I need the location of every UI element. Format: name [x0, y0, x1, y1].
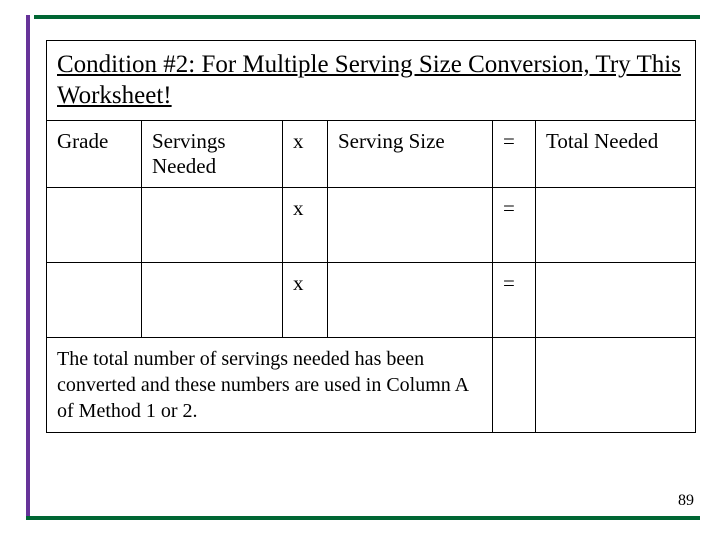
table-title: Condition #2: For Multiple Serving Size … [57, 49, 685, 112]
bottom-rule [26, 516, 700, 520]
cell-equals: = [493, 262, 536, 337]
cell-servings-needed [142, 187, 283, 262]
empty-cell [493, 337, 536, 432]
table-row: x = [47, 262, 696, 337]
worksheet-table: Condition #2: For Multiple Serving Size … [46, 40, 696, 433]
cell-grade [47, 187, 142, 262]
col-grade: Grade [47, 120, 142, 187]
left-rule [26, 15, 30, 520]
col-total-needed: Total Needed [536, 120, 696, 187]
cell-total-needed [536, 187, 696, 262]
top-rule [34, 15, 700, 19]
cell-serving-size [328, 262, 493, 337]
table-footnote-row: The total number of servings needed has … [47, 337, 696, 432]
cell-total-needed [536, 262, 696, 337]
cell-grade [47, 262, 142, 337]
cell-serving-size [328, 187, 493, 262]
cell-x: x [283, 262, 328, 337]
col-servings-needed: Servings Needed [142, 120, 283, 187]
page-number: 89 [678, 492, 694, 510]
table-title-cell: Condition #2: For Multiple Serving Size … [47, 41, 696, 121]
cell-servings-needed [142, 262, 283, 337]
footnote: The total number of servings needed has … [47, 337, 493, 432]
table-row: x = [47, 187, 696, 262]
slide-content: Condition #2: For Multiple Serving Size … [46, 40, 696, 500]
col-equals: = [493, 120, 536, 187]
col-x: x [283, 120, 328, 187]
col-serving-size: Serving Size [328, 120, 493, 187]
cell-x: x [283, 187, 328, 262]
table-header-row: Grade Servings Needed x Serving Size = T… [47, 120, 696, 187]
cell-equals: = [493, 187, 536, 262]
empty-cell [536, 337, 696, 432]
